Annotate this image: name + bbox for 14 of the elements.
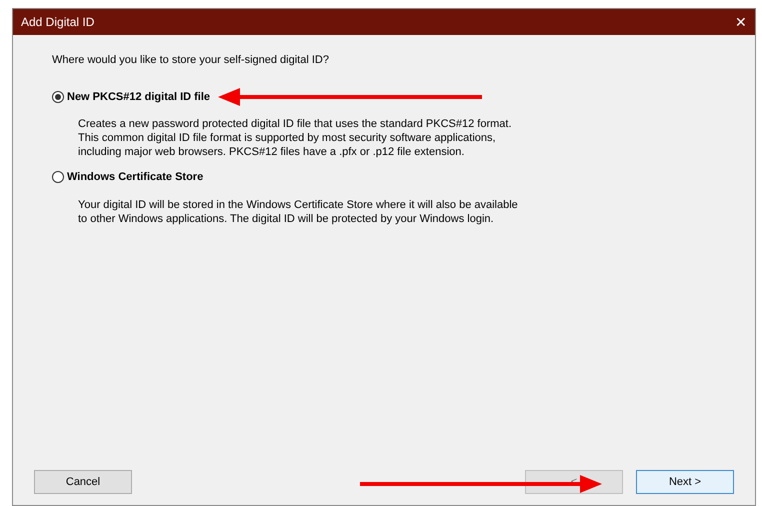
description-text: including major web browsers. PKCS#12 files have a .pfx or .p12 file extension. [78,145,466,159]
option-label[interactable]: New PKCS#12 digital ID file [67,88,210,105]
radio-button[interactable] [52,90,64,103]
description-text: to other Windows applications. The digital ID will be protected by your Windows login. [78,212,495,226]
radio-button[interactable] [52,171,64,184]
description-text: Creates a new password protected digital ID file that uses the standard PKCS#12 format. [78,117,513,131]
close-button[interactable]: ✕ [735,15,747,29]
option-label[interactable]: Windows Certificate Store [67,169,204,186]
description-text: Your digital ID will be stored in the Windows Certificate Store where it will also be available [78,198,519,212]
cancel-button[interactable]: Cancel [34,470,132,494]
window-title: Add Digital ID [21,14,94,31]
next-button[interactable]: Next > [636,470,734,494]
description-text: This common digital ID file format is supported by most security software applications, [78,131,497,145]
question-text: Where would you like to store your self-signed digital ID? [52,53,330,68]
